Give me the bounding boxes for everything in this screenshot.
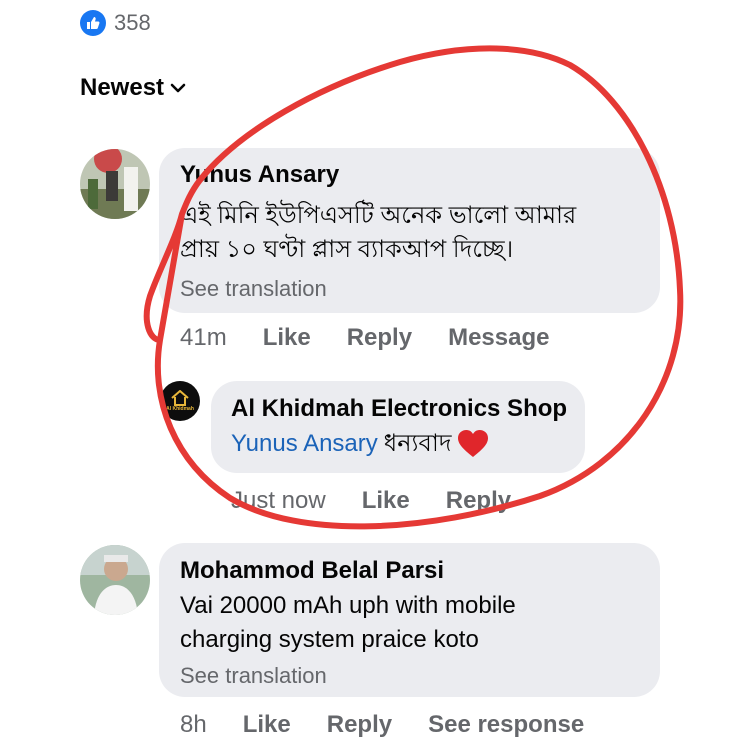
reaction-summary[interactable]: 358 bbox=[80, 8, 151, 38]
see-translation-link[interactable]: See translation bbox=[180, 663, 327, 689]
like-button[interactable]: Like bbox=[362, 487, 410, 515]
reply-button[interactable]: Reply bbox=[347, 324, 412, 352]
reaction-count: 358 bbox=[114, 10, 151, 35]
like-button[interactable]: Like bbox=[263, 324, 311, 352]
reply-button[interactable]: Reply bbox=[446, 487, 511, 515]
sort-dropdown[interactable]: Newest bbox=[80, 74, 186, 102]
heart-emoji-icon bbox=[458, 430, 489, 457]
reply-actions: Just now Like Reply bbox=[231, 487, 547, 515]
comment-time: 8h bbox=[180, 711, 207, 738]
message-button[interactable]: Message bbox=[448, 324, 549, 352]
see-translation-link[interactable]: See translation bbox=[180, 276, 327, 302]
like-button[interactable]: Like bbox=[243, 711, 291, 739]
avatar[interactable] bbox=[80, 149, 150, 219]
comment-actions: 41m Like Reply Message bbox=[180, 324, 585, 352]
avatar[interactable] bbox=[80, 545, 150, 615]
chevron-down-icon bbox=[170, 83, 186, 93]
see-response-button[interactable]: See response bbox=[428, 711, 584, 739]
reply-message: ধন্যবাদ bbox=[383, 430, 452, 457]
comment-author[interactable]: Mohammod Belal Parsi bbox=[180, 557, 444, 585]
reply-button[interactable]: Reply bbox=[327, 711, 392, 739]
comment-author[interactable]: Yunus Ansary bbox=[180, 161, 339, 189]
house-logo-icon bbox=[171, 390, 189, 406]
reply-author[interactable]: Al Khidmah Electronics Shop bbox=[231, 395, 567, 423]
reply-text: Yunus Ansary ধন্যবাদ bbox=[231, 427, 489, 461]
mention-link[interactable]: Yunus Ansary bbox=[231, 427, 378, 461]
comment-text-line: Vai 20000 mAh uph with mobile bbox=[180, 592, 516, 619]
page-avatar[interactable]: Al Khidmah bbox=[160, 381, 200, 421]
reply-time: Just now bbox=[231, 487, 326, 514]
comment-text-line: প্রায় ১০ ঘণ্টা প্লাস ব্যাকআপ দিচ্ছে। bbox=[180, 236, 514, 263]
avatar-logo-text: Al Khidmah bbox=[166, 406, 194, 412]
comment-actions: 8h Like Reply See response bbox=[180, 711, 620, 739]
thumbs-up-icon bbox=[80, 10, 106, 36]
comment-text-line: charging system praice koto bbox=[180, 626, 479, 653]
comment-text-line: এই মিনি ইউপিএসটি অনেক ভালো আমার bbox=[180, 202, 577, 229]
sort-label: Newest bbox=[80, 74, 165, 101]
comment-time: 41m bbox=[180, 324, 227, 351]
